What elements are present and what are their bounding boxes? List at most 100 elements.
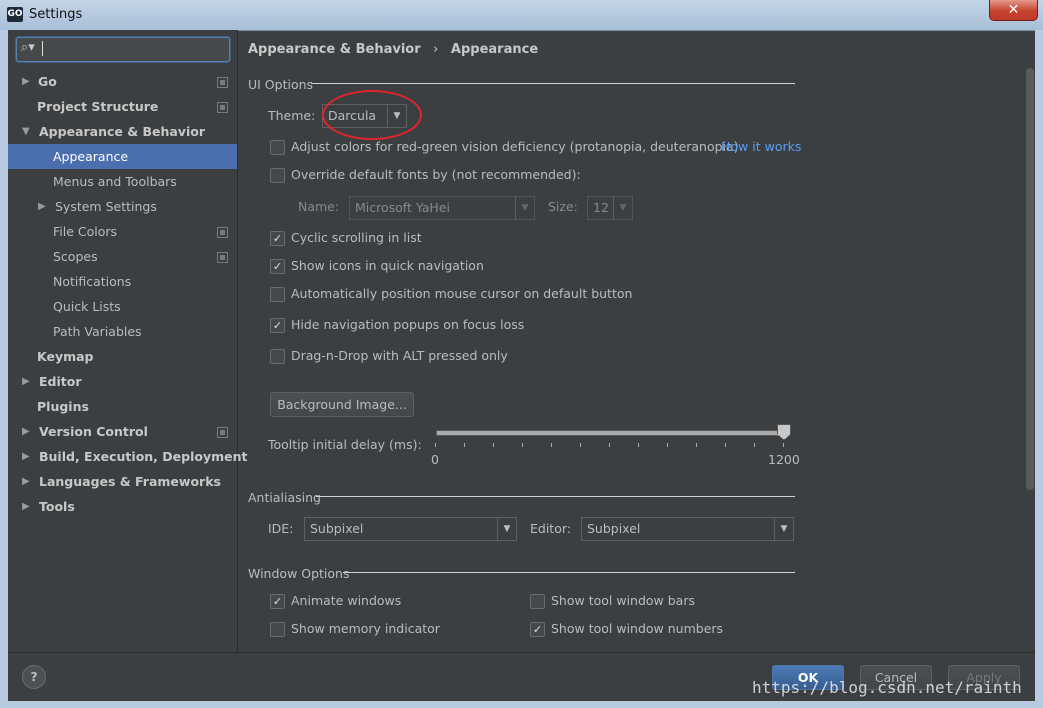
project-level-icon — [217, 252, 228, 263]
sidebar-item-notifications[interactable]: Notifications — [8, 269, 237, 294]
scrollbar-thumb[interactable] — [1026, 68, 1034, 490]
section-title-ui-options: UI Options — [248, 77, 314, 92]
animate-windows-label: Animate windows — [291, 593, 402, 608]
title-bar — [0, 0, 1043, 31]
font-size-select[interactable]: 12 ▼ — [587, 196, 633, 220]
adjust-colors-checkbox[interactable] — [270, 140, 285, 155]
slider-tick — [783, 443, 784, 447]
sidebar-item-project-structure[interactable]: Project Structure — [8, 94, 237, 119]
project-level-icon — [217, 102, 228, 113]
help-button[interactable]: ? — [22, 665, 46, 689]
expand-arrow-icon[interactable]: ▶ — [22, 419, 30, 444]
animate-windows-checkbox[interactable]: ✓ — [270, 594, 285, 609]
section-divider — [343, 572, 795, 573]
project-level-icon — [217, 427, 228, 438]
close-window-button[interactable]: ✕ — [989, 0, 1038, 21]
window-frame-left — [0, 30, 8, 708]
ide-aa-value: Subpixel — [310, 521, 364, 536]
drag-drop-checkbox[interactable] — [270, 349, 285, 364]
section-divider — [316, 496, 795, 497]
window-frame-right — [1035, 30, 1043, 708]
section-title-window-options: Window Options — [248, 566, 350, 581]
editor-aa-label: Editor: — [530, 521, 571, 536]
show-memory-label: Show memory indicator — [291, 621, 440, 636]
show-tool-bars-checkbox[interactable] — [530, 594, 545, 609]
annotation-circle — [322, 90, 422, 140]
slider-thumb[interactable] — [777, 424, 791, 440]
editor-antialiasing-select[interactable]: Subpixel ▼ — [581, 517, 794, 541]
section-title-antialiasing: Antialiasing — [248, 490, 321, 505]
sidebar-item-scopes[interactable]: Scopes — [8, 244, 237, 269]
slider-min-label: 0 — [431, 452, 439, 467]
slider-tick — [754, 443, 755, 447]
background-image-button[interactable]: Background Image... — [270, 392, 414, 417]
cyclic-scrolling-label: Cyclic scrolling in list — [291, 230, 422, 245]
sidebar-item-editor[interactable]: ▶ Editor — [8, 369, 237, 394]
sidebar-item-path-variables[interactable]: Path Variables — [8, 319, 237, 344]
slider-tick — [522, 443, 523, 447]
expand-arrow-icon[interactable]: ▶ — [22, 444, 30, 469]
adjust-colors-label: Adjust colors for red-green vision defic… — [291, 139, 739, 154]
how-it-works-link[interactable]: How it works — [721, 139, 801, 154]
chevron-down-icon: ▼ — [515, 197, 534, 219]
ide-antialiasing-select[interactable]: Subpixel ▼ — [304, 517, 517, 541]
sidebar-item-go[interactable]: ▶ Go — [8, 69, 237, 94]
project-level-icon — [217, 227, 228, 238]
show-icons-checkbox[interactable]: ✓ — [270, 259, 285, 274]
expand-arrow-icon[interactable]: ▶ — [22, 69, 30, 94]
expand-arrow-icon[interactable]: ▶ — [22, 369, 30, 394]
chevron-down-icon: ▼ — [774, 518, 793, 540]
search-input[interactable] — [16, 37, 230, 62]
sidebar-item-system-settings[interactable]: ▶ System Settings — [8, 194, 237, 219]
slider-tick — [493, 443, 494, 447]
sidebar-item-keymap[interactable]: Keymap — [8, 344, 237, 369]
ide-aa-label: IDE: — [268, 521, 294, 536]
breadcrumb-parent[interactable]: Appearance & Behavior — [248, 42, 421, 57]
section-divider — [311, 83, 795, 84]
cyclic-scrolling-checkbox[interactable]: ✓ — [270, 231, 285, 246]
editor-aa-value: Subpixel — [587, 521, 641, 536]
window-frame-bottom — [0, 700, 1043, 708]
font-name-value: Microsoft YaHei — [355, 200, 450, 215]
slider-tick — [725, 443, 726, 447]
sidebar-item-build-execution[interactable]: ▶ Build, Execution, Deployment — [8, 444, 247, 469]
font-name-select[interactable]: Microsoft YaHei ▼ — [349, 196, 535, 220]
slider-max-label: 1200 — [768, 452, 800, 467]
override-fonts-checkbox[interactable] — [270, 168, 285, 183]
tooltip-delay-slider[interactable] — [436, 430, 786, 436]
show-memory-checkbox[interactable] — [270, 622, 285, 637]
sidebar-item-appearance-behavior[interactable]: ▼ Appearance & Behavior — [8, 119, 237, 144]
auto-position-checkbox[interactable] — [270, 287, 285, 302]
sidebar-item-languages-frameworks[interactable]: ▶ Languages & Frameworks — [8, 469, 237, 494]
sidebar-item-plugins[interactable]: Plugins — [8, 394, 237, 419]
sidebar-item-version-control[interactable]: ▶ Version Control — [8, 419, 237, 444]
show-tool-numbers-checkbox[interactable]: ✓ — [530, 622, 545, 637]
slider-tick — [580, 443, 581, 447]
expand-arrow-icon[interactable]: ▶ — [22, 469, 30, 494]
font-name-label: Name: — [298, 199, 340, 214]
hide-popups-checkbox[interactable]: ✓ — [270, 318, 285, 333]
sidebar-item-file-colors[interactable]: File Colors — [8, 219, 237, 244]
auto-position-label: Automatically position mouse cursor on d… — [291, 286, 633, 301]
collapse-arrow-icon[interactable]: ▼ — [22, 119, 30, 144]
sidebar-item-tools[interactable]: ▶ Tools — [8, 494, 237, 519]
expand-arrow-icon[interactable]: ▶ — [38, 194, 46, 219]
breadcrumb-separator: › — [433, 42, 439, 57]
sidebar-item-appearance[interactable]: Appearance — [8, 144, 237, 169]
sidebar-item-menus-toolbars[interactable]: Menus and Toolbars — [8, 169, 237, 194]
slider-tick — [638, 443, 639, 447]
sidebar-item-quick-lists[interactable]: Quick Lists — [8, 294, 237, 319]
text-caret — [42, 41, 43, 56]
slider-tick — [696, 443, 697, 447]
slider-tick — [609, 443, 610, 447]
hide-popups-label: Hide navigation popups on focus loss — [291, 317, 525, 332]
font-size-value: 12 — [593, 200, 609, 215]
show-tool-numbers-label: Show tool window numbers — [551, 621, 724, 636]
chevron-down-icon: ▼ — [613, 197, 632, 219]
expand-arrow-icon[interactable]: ▶ — [22, 494, 30, 519]
tooltip-delay-label: Tooltip initial delay (ms): — [268, 437, 422, 452]
show-tool-bars-label: Show tool window bars — [551, 593, 695, 608]
breadcrumb: Appearance & Behavior › Appearance — [248, 42, 538, 57]
watermark-text: https://blog.csdn.net/rainth — [752, 678, 1022, 697]
font-size-label: Size: — [548, 199, 578, 214]
